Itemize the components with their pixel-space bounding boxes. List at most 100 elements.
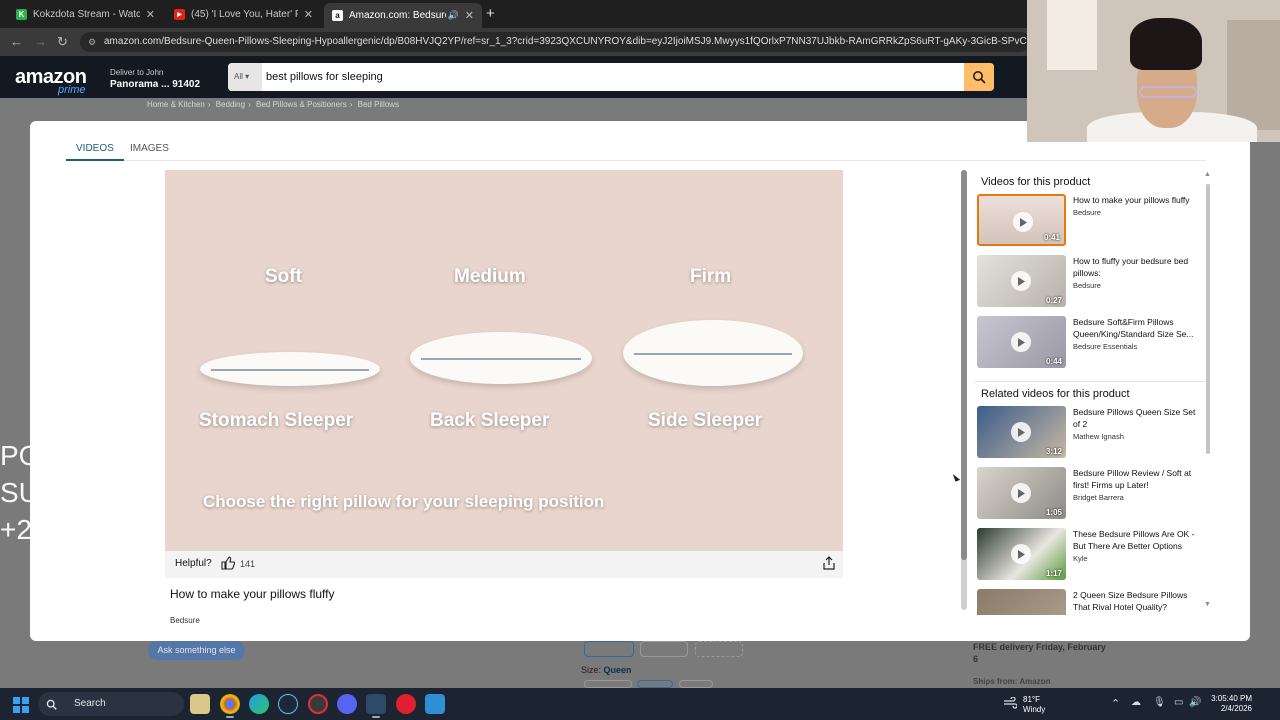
video-list-item[interactable]: 2 Queen Size Bedsure Pillows That Rival … <box>975 589 1205 615</box>
video-list-title[interactable]: Bedsure Soft&Firm Pillows Queen/King/Sta… <box>1073 316 1201 340</box>
forward-arrow-icon[interactable]: → <box>34 34 47 49</box>
browser-tab-amazon[interactable]: a Amazon.com: Bedsure Pillo 🔊 ✕ <box>324 3 482 28</box>
thumbs-up-icon[interactable] <box>221 556 236 575</box>
play-icon <box>1011 422 1031 442</box>
search-category-dropdown[interactable]: All ▾ <box>228 63 262 91</box>
option-box[interactable] <box>637 680 673 688</box>
play-icon <box>1011 332 1031 352</box>
video-thumbnail[interactable]: 0:44 <box>977 316 1066 368</box>
video-thumbnail[interactable] <box>977 589 1066 615</box>
option-box[interactable] <box>584 641 634 657</box>
close-tab-icon[interactable]: ✕ <box>146 8 155 21</box>
edge-icon[interactable] <box>249 694 269 714</box>
amazon-favicon-icon: a <box>332 10 343 21</box>
share-icon[interactable] <box>823 556 835 575</box>
video-list-title[interactable]: Bedsure Pillows Queen Size Set of 2 <box>1073 406 1201 430</box>
reload-icon[interactable]: ↻ <box>57 34 68 50</box>
breadcrumb-item[interactable]: Bed Pillows & Positioners <box>256 100 347 109</box>
file-explorer-icon[interactable] <box>190 694 210 714</box>
scroll-up-arrow-icon[interactable]: ▲ <box>1204 171 1211 178</box>
close-tab-icon[interactable]: ✕ <box>465 9 474 22</box>
site-info-icon[interactable]: ⚙ <box>88 32 96 52</box>
video-list-item[interactable]: 0:44 Bedsure Soft&Firm Pillows Queen/Kin… <box>975 316 1205 377</box>
steam-app-icon[interactable] <box>366 694 386 714</box>
breadcrumb-item[interactable]: Bed Pillows <box>358 100 399 109</box>
option-box[interactable] <box>584 680 632 688</box>
video-duration: 1:05 <box>1045 508 1062 517</box>
video-list-title[interactable]: Bedsure Pillow Review / Soft at first! F… <box>1073 467 1201 491</box>
back-arrow-icon[interactable]: ← <box>10 34 23 49</box>
notepad-icon[interactable] <box>425 694 445 714</box>
product-videos-heading: Videos for this product <box>981 176 1091 188</box>
kick-icon: K <box>16 8 27 20</box>
steam-icon[interactable] <box>278 694 298 714</box>
option-box[interactable] <box>640 641 688 657</box>
app-icon[interactable] <box>308 694 328 714</box>
search-button[interactable] <box>964 63 994 91</box>
microphone-icon[interactable]: 🎙 <box>1153 697 1166 708</box>
video-title: How to make your pillows fluffy <box>170 587 335 601</box>
discord-icon[interactable] <box>337 694 357 714</box>
helpful-count: 141 <box>240 559 256 569</box>
modal-tabs: VIDEOS IMAGES <box>66 139 1206 161</box>
video-list-title[interactable]: How to fluffy your bedsure bed pillows: <box>1073 255 1201 279</box>
video-label-medium: Medium <box>454 266 526 287</box>
browser-tab-kokzdota[interactable]: K Kokzdota Stream - Watch Live o ✕ <box>8 3 163 25</box>
speaker-icon[interactable]: 🔊 <box>448 10 459 21</box>
video-list-item[interactable]: 0:27 How to fluffy your bedsure bed pill… <box>975 255 1205 316</box>
video-player[interactable]: Soft Medium Firm Stomach Sleeper Back Sl… <box>165 170 843 551</box>
video-author[interactable]: Bedsure <box>170 616 200 625</box>
onedrive-icon[interactable]: ☁ <box>1131 697 1141 708</box>
video-thumbnail[interactable]: 0:41 <box>977 194 1066 246</box>
chevron-up-icon[interactable]: ⌃ <box>1111 697 1120 710</box>
clock-time: 3:05:40 PM <box>1211 694 1252 703</box>
video-label-side: Side Sleeper <box>648 410 763 431</box>
scroll-down-arrow-icon[interactable]: ▼ <box>1204 601 1211 608</box>
scrollbar-thumb[interactable] <box>1206 184 1210 454</box>
deliver-to[interactable]: Deliver to John Panorama ... 91402 <box>110 68 200 90</box>
system-clock[interactable]: 3:05:40 PM 2/4/2026 <box>1206 694 1252 714</box>
video-list-item[interactable]: 0:41 How to make your pillows fluffy Bed… <box>975 194 1205 255</box>
video-list-item[interactable]: 1:17 These Bedsure Pillows Are OK - But … <box>975 528 1205 589</box>
close-tab-icon[interactable]: ✕ <box>304 8 313 21</box>
video-list-title[interactable]: These Bedsure Pillows Are OK - But There… <box>1073 528 1201 552</box>
video-duration: 0:27 <box>1045 296 1062 305</box>
option-box[interactable] <box>679 680 713 688</box>
video-list-title[interactable]: How to make your pillows fluffy <box>1073 194 1201 206</box>
overlay-line: SU 0 <box>0 477 133 508</box>
scrollbar-thumb[interactable] <box>961 170 967 560</box>
stream-overlay-text: PO WAY SU 0 +2 ng <box>0 437 156 548</box>
ask-something-else-button[interactable]: Ask something else <box>148 641 245 660</box>
video-thumbnail[interactable]: 1:17 <box>977 528 1066 580</box>
weather-desc: Windy <box>1023 705 1046 714</box>
video-thumbnail[interactable]: 0:27 <box>977 255 1066 307</box>
media-player-icon[interactable] <box>396 694 416 714</box>
tab-videos[interactable]: VIDEOS <box>66 143 124 161</box>
chrome-icon[interactable] <box>220 694 240 714</box>
delivery-info: FREE delivery Friday, February 6 <box>973 642 1106 664</box>
search-input[interactable]: best pillows for sleeping <box>266 63 383 91</box>
video-list-author: Mathew Ignash <box>1073 432 1124 441</box>
breadcrumb-item[interactable]: Home & Kitchen <box>147 100 205 109</box>
search-icon <box>973 71 986 84</box>
video-list-title[interactable]: 2 Queen Size Bedsure Pillows That Rival … <box>1073 589 1201 613</box>
video-thumbnail[interactable]: 1:05 <box>977 467 1066 519</box>
tab-images[interactable]: IMAGES <box>130 143 169 154</box>
video-caption: Choose the right pillow for your sleepin… <box>203 492 605 511</box>
soft-pillow-image <box>200 352 380 386</box>
browser-tab-youtube[interactable]: ▶ (45) 'I Love You, Hater' FULL M ✕ <box>166 3 321 25</box>
network-icon[interactable]: ▭ <box>1174 697 1183 708</box>
video-list-item[interactable]: 3:12 Bedsure Pillows Queen Size Set of 2… <box>975 406 1205 467</box>
sidebar-scrollbar[interactable]: ▲ ▼ <box>1204 171 1211 608</box>
video-label-firm: Firm <box>690 266 732 287</box>
windows-start-icon[interactable] <box>13 697 29 713</box>
volume-icon[interactable]: 🔊 <box>1189 697 1201 708</box>
taskbar-search[interactable]: Search <box>38 692 184 716</box>
modal-scrollbar[interactable] <box>961 170 967 610</box>
url-field[interactable]: ⚙ amazon.com/Bedsure-Queen-Pillows-Sleep… <box>80 32 1030 52</box>
breadcrumb-item[interactable]: Bedding <box>216 100 245 109</box>
video-thumbnail[interactable]: 3:12 <box>977 406 1066 458</box>
video-list-item[interactable]: 1:05 Bedsure Pillow Review / Soft at fir… <box>975 467 1205 528</box>
new-tab-button[interactable]: + <box>486 5 495 22</box>
option-box[interactable] <box>695 641 743 657</box>
